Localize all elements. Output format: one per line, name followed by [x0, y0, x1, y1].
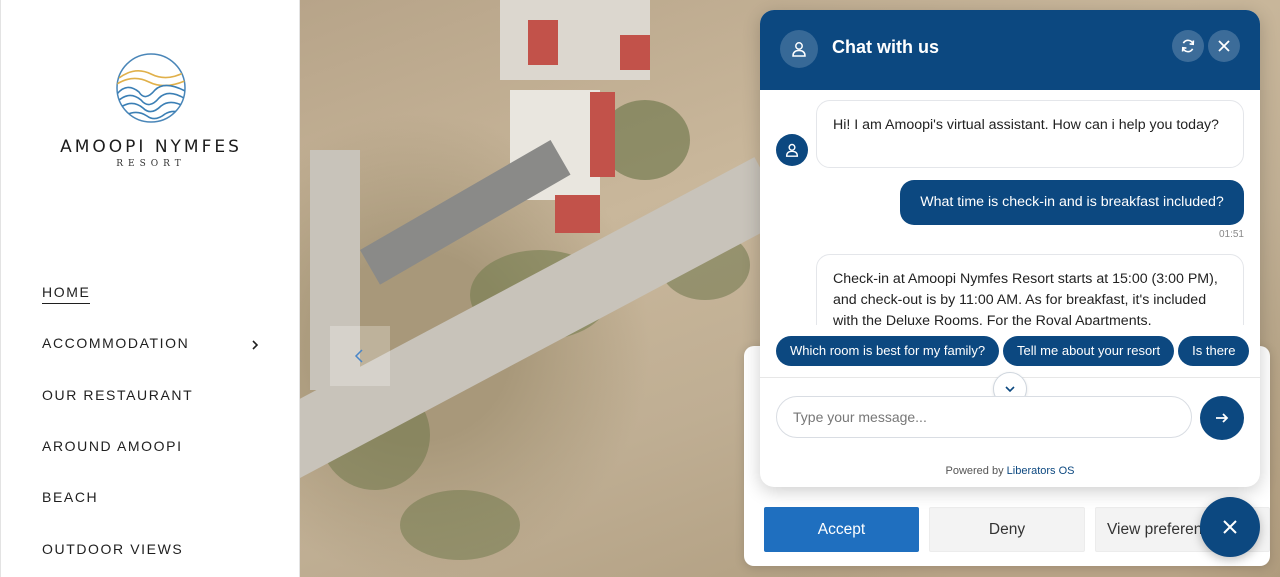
suggestion-chips: Which room is best for my family? Tell me…	[776, 336, 1260, 366]
building-roof	[590, 92, 615, 177]
nav-item-label: ACCOMMODATION	[42, 335, 190, 352]
refresh-chat-button[interactable]	[1172, 30, 1204, 62]
accept-cookies-button[interactable]: Accept	[764, 507, 919, 552]
building-roof	[555, 195, 600, 233]
nav-item-label: HOME	[42, 284, 91, 304]
main-nav: HOME ACCOMMODATION OUR RESTAURANT AROUND…	[42, 268, 262, 576]
nav-item-label: AROUND AMOOPI	[42, 438, 183, 455]
nav-item-our-restaurant[interactable]: OUR RESTAURANT	[42, 371, 262, 422]
vegetation-patch	[400, 490, 520, 560]
brand-subtitle: RESORT	[116, 159, 186, 169]
chevron-down-icon	[1005, 386, 1015, 393]
powered-by-link[interactable]: Liberators OS	[1007, 465, 1075, 477]
road	[300, 157, 788, 482]
refresh-icon	[1181, 39, 1195, 53]
message-timestamp: 01:51	[1218, 229, 1244, 240]
suggestion-chip[interactable]: Is there	[1178, 336, 1250, 366]
nav-item-label: OUTDOOR VIEWS	[42, 540, 184, 557]
nav-item-around-amoopi[interactable]: AROUND AMOOPI	[42, 422, 262, 473]
send-button[interactable]	[1200, 396, 1244, 440]
deny-cookies-button[interactable]: Deny	[929, 507, 1085, 552]
powered-by-prefix: Powered by	[945, 465, 1007, 477]
chat-messages[interactable]: Hi! I am Amoopi's virtual assistant. How…	[760, 90, 1260, 325]
close-chat-button[interactable]	[1208, 30, 1240, 62]
sidebar: AMOOPI NYMFES RESORT HOME ACCOMMODATION …	[0, 0, 300, 577]
assistant-avatar	[780, 30, 818, 68]
chat-toggle-button[interactable]	[1200, 497, 1260, 557]
close-icon	[1223, 520, 1237, 534]
close-icon	[1218, 40, 1230, 52]
user-icon	[792, 42, 806, 57]
brand-name: AMOOPI NYMFES	[60, 137, 242, 157]
nav-item-beach[interactable]: BEACH	[42, 473, 262, 524]
chat-title: Chat with us	[832, 37, 939, 57]
chevron-right-icon[interactable]	[248, 338, 262, 352]
chevron-left-icon	[354, 349, 363, 363]
powered-by: Powered by Liberators OS	[760, 465, 1260, 477]
nav-item-accommodation[interactable]: ACCOMMODATION	[42, 319, 262, 370]
building-roof	[528, 20, 558, 65]
arrow-right-icon	[1216, 413, 1229, 423]
bot-message: Hi! I am Amoopi's virtual assistant. How…	[816, 100, 1244, 168]
user-icon	[785, 143, 799, 157]
wave-sun-logo-icon	[116, 53, 186, 123]
bot-message: Check-in at Amoopi Nymfes Resort starts …	[816, 254, 1244, 325]
suggestion-chip[interactable]: Which room is best for my family?	[776, 336, 1000, 366]
slider-prev-button[interactable]	[330, 326, 390, 386]
building-roof	[620, 35, 650, 70]
message-input[interactable]	[776, 396, 1192, 438]
resort-logo[interactable]: AMOOPI NYMFES RESORT	[1, 52, 301, 169]
nav-item-outdoor-views[interactable]: OUTDOOR VIEWS	[42, 524, 262, 575]
suggestion-chip[interactable]: Tell me about your resort	[1003, 336, 1175, 366]
nav-item-home[interactable]: HOME	[42, 268, 262, 319]
bot-avatar	[776, 134, 808, 166]
nav-item-label: BEACH	[42, 489, 99, 506]
chat-header: Chat with us	[760, 10, 1260, 90]
nav-item-label: OUR RESTAURANT	[42, 386, 194, 403]
chat-widget: Chat with us Hi! I am Amoopi's virtual a…	[760, 10, 1260, 487]
user-message: What time is check-in and is breakfast i…	[900, 180, 1244, 225]
